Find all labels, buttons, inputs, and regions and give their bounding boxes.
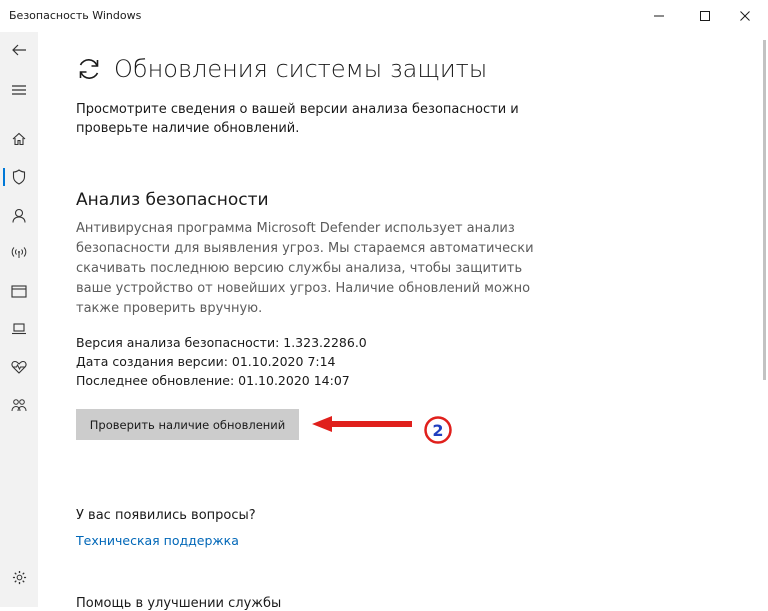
active-indicator [3, 168, 5, 186]
section-description: Антивирусная программа Microsoft Defende… [76, 221, 534, 316]
sidebar [0, 32, 38, 607]
page-title-text: Обновления системы защиты [114, 55, 488, 83]
page-title: Обновления системы защиты [76, 55, 487, 83]
refresh-icon [79, 59, 99, 79]
family-icon [11, 399, 27, 412]
questions-heading: У вас появились вопросы? [76, 508, 256, 523]
sidebar-item-virus-protection[interactable] [0, 162, 38, 192]
section-heading: Анализ безопасности [76, 190, 269, 210]
version-info: Версия анализа безопасности: 1.323.2286.… [76, 335, 367, 350]
menu-button[interactable] [0, 75, 38, 105]
wireless-icon [11, 247, 27, 258]
laptop-icon [12, 323, 26, 335]
support-link[interactable]: Техническая поддержка [76, 533, 239, 548]
scrollbar[interactable] [763, 40, 766, 380]
improve-service-heading: Помощь в улучшении службы [76, 596, 282, 611]
back-button[interactable] [0, 35, 38, 65]
last-update-info: Последнее обновление: 01.10.2020 14:07 [76, 373, 350, 388]
shield-icon [12, 169, 26, 185]
browser-window-icon [11, 284, 27, 298]
main-content: Обновления системы защиты Просмотрите св… [76, 0, 756, 611]
sidebar-item-settings[interactable] [0, 562, 38, 592]
gear-icon [12, 570, 26, 584]
created-info: Дата создания версии: 01.10.2020 7:14 [76, 354, 336, 369]
sidebar-item-account-protection[interactable] [0, 200, 38, 230]
sidebar-item-device-security[interactable] [0, 314, 38, 344]
back-arrow-icon [12, 44, 26, 56]
sidebar-item-app-browser-control[interactable] [0, 276, 38, 306]
sidebar-item-device-performance[interactable] [0, 352, 38, 382]
home-icon [12, 132, 26, 146]
person-icon [12, 208, 26, 223]
hamburger-icon [12, 85, 26, 95]
intro-text: Просмотрите сведения о вашей версии анал… [76, 102, 519, 136]
sidebar-item-home[interactable] [0, 124, 38, 154]
sidebar-item-firewall[interactable] [0, 237, 38, 267]
check-updates-button[interactable]: Проверить наличие обновлений [76, 409, 299, 440]
heart-pulse-icon [11, 360, 27, 374]
sidebar-item-family-options[interactable] [0, 390, 38, 420]
